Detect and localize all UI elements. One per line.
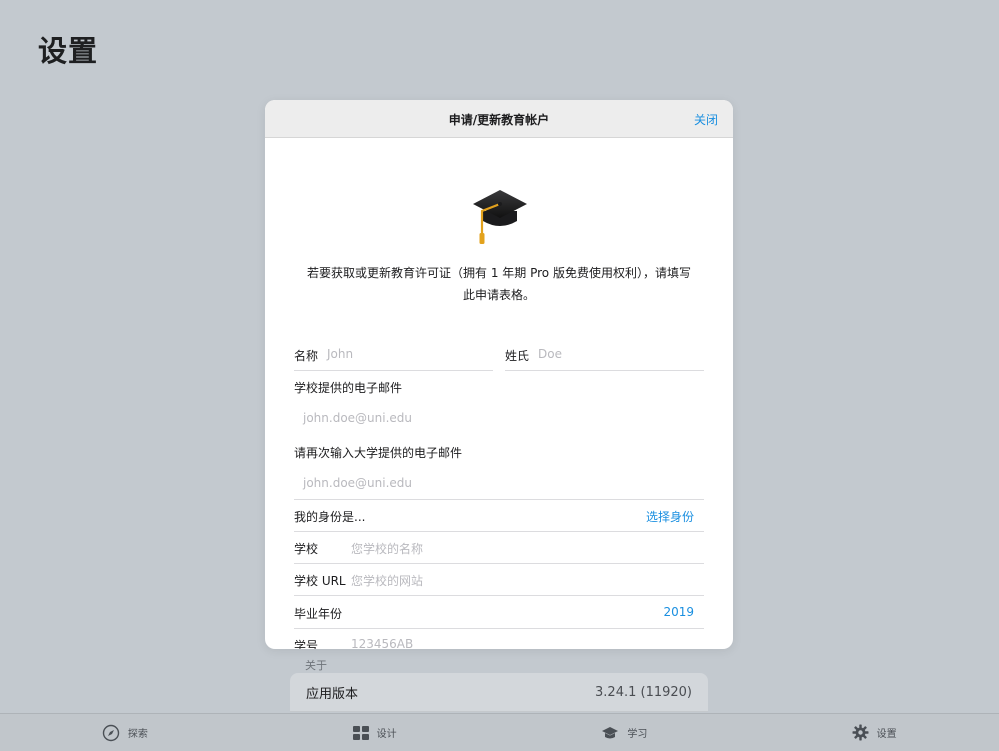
identity-label: 我的身份是... bbox=[294, 510, 366, 524]
row-divider bbox=[294, 628, 704, 629]
tab-settings[interactable]: 设置 bbox=[749, 714, 999, 751]
intro-line-2: 此申请表格。 bbox=[462, 288, 535, 302]
grad-year-label: 毕业年份 bbox=[294, 607, 343, 621]
row-divider bbox=[290, 711, 708, 712]
tab-design[interactable]: 设计 bbox=[250, 714, 500, 751]
education-account-modal: 申请/更新教育帐户 关闭 若要获取或更新教育许可证（拥有 1 年期 Pro 版免… bbox=[265, 100, 733, 649]
school-url-label: 学校 URL bbox=[294, 574, 346, 588]
page-title: 设置 bbox=[38, 34, 99, 68]
last-name-label: 姓氏 bbox=[505, 349, 530, 363]
school-email-input[interactable]: john.doe@uni.edu bbox=[303, 411, 412, 425]
modal-header: 申请/更新教育帐户 关闭 bbox=[265, 100, 733, 138]
row-divider bbox=[294, 563, 704, 564]
school-email-label: 学校提供的电子邮件 bbox=[294, 381, 403, 395]
row-divider bbox=[294, 531, 704, 532]
app-version-row: 应用版本 3.24.1 (11920) bbox=[290, 673, 708, 711]
tab-learn-label: 学习 bbox=[627, 729, 648, 740]
student-id-label: 学号 bbox=[294, 639, 319, 649]
first-name-input[interactable]: John bbox=[327, 347, 353, 361]
app-version-label: 应用版本 bbox=[306, 686, 359, 702]
first-name-underline bbox=[294, 370, 493, 371]
select-identity-button[interactable]: 选择身份 bbox=[646, 508, 694, 525]
intro-line-1: 若要获取或更新教育许可证（拥有 1 年期 Pro 版免费使用权利），请填写 bbox=[307, 266, 691, 280]
school-input[interactable]: 您学校的名称 bbox=[351, 540, 423, 557]
tab-settings-label: 设置 bbox=[876, 729, 897, 740]
first-name-label: 名称 bbox=[294, 349, 319, 363]
tab-bar: 探索 设计 学习 设置 bbox=[0, 713, 999, 751]
graduation-cap-icon bbox=[470, 187, 530, 251]
confirm-email-label: 请再次输入大学提供的电子邮件 bbox=[294, 446, 463, 460]
app-version-value: 3.24.1 (11920) bbox=[595, 684, 692, 700]
graduation-cap-icon bbox=[601, 726, 619, 740]
tab-learn[interactable]: 学习 bbox=[500, 714, 750, 751]
compass-icon bbox=[102, 724, 120, 742]
close-button[interactable]: 关闭 bbox=[694, 111, 718, 128]
last-name-input[interactable]: Doe bbox=[538, 347, 562, 361]
tab-explore[interactable]: 探索 bbox=[0, 714, 250, 751]
confirm-email-input[interactable]: john.doe@uni.edu bbox=[303, 476, 412, 490]
grad-year-picker[interactable]: 2019 bbox=[663, 605, 694, 619]
last-name-underline bbox=[505, 370, 704, 371]
school-url-input[interactable]: 您学校的网站 bbox=[351, 572, 423, 589]
tab-explore-label: 探索 bbox=[127, 729, 148, 740]
row-divider bbox=[294, 499, 704, 500]
intro-text: 若要获取或更新教育许可证（拥有 1 年期 Pro 版免费使用权利），请填写 此申… bbox=[300, 262, 698, 306]
about-section-label: 关于 bbox=[305, 659, 327, 672]
school-label: 学校 bbox=[294, 542, 319, 556]
tab-design-label: 设计 bbox=[376, 729, 397, 740]
gear-icon bbox=[852, 724, 869, 741]
grid-icon bbox=[352, 725, 369, 740]
student-id-input[interactable]: 123456AB bbox=[351, 637, 413, 649]
modal-title: 申请/更新教育帐户 bbox=[448, 113, 550, 127]
row-divider bbox=[294, 595, 704, 596]
